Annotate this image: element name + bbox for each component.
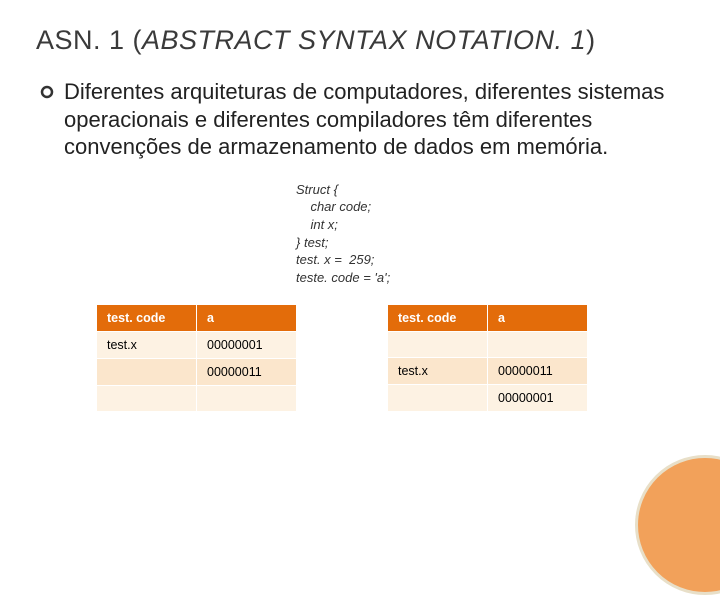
bullet-icon (40, 85, 54, 104)
t2-r2c2: 00000011 (488, 358, 588, 385)
bullet-item: Diferentes arquiteturas de computadores,… (36, 78, 684, 161)
t2-h1: test. code (388, 305, 488, 332)
slide-title: ASN. 1 (ABSTRACT SYNTAX NOTATION. 1) (36, 24, 684, 56)
t1-r1c2: 00000001 (197, 332, 297, 359)
title-close: ) (586, 25, 596, 55)
t1-r1c1: test.x (97, 332, 197, 359)
tables-container: test. code a test.x 00000001 00000011 te… (36, 304, 684, 412)
t2-h2: a (488, 305, 588, 332)
t2-r3c2: 00000001 (488, 385, 588, 412)
decorative-circle (635, 455, 720, 595)
t2-r1c1 (388, 332, 488, 358)
code-block: Struct { char code; int x; } test; test.… (296, 181, 684, 286)
memory-table-1: test. code a test.x 00000001 00000011 (96, 304, 297, 412)
t1-h1: test. code (97, 305, 197, 332)
t1-r2c2: 00000011 (197, 359, 297, 386)
memory-table-2: test. code a test.x 00000011 00000001 (387, 304, 588, 412)
t1-r3c2 (197, 386, 297, 412)
t2-r3c1 (388, 385, 488, 412)
t1-h2: a (197, 305, 297, 332)
t1-r3c1 (97, 386, 197, 412)
title-plain: ASN. 1 ( (36, 25, 142, 55)
title-italic: ABSTRACT SYNTAX NOTATION. 1 (142, 25, 586, 55)
t2-r1c2 (488, 332, 588, 358)
t2-r2c1: test.x (388, 358, 488, 385)
t1-r2c1 (97, 359, 197, 386)
bullet-text: Diferentes arquiteturas de computadores,… (64, 78, 684, 161)
